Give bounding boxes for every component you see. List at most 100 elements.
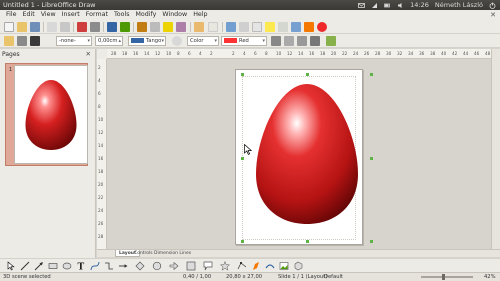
menu-help[interactable]: Help [190, 11, 210, 19]
volume-icon[interactable] [397, 2, 404, 9]
menu-modify[interactable]: Modify [132, 11, 159, 19]
area-style-select[interactable]: Color ▾ [187, 36, 219, 46]
network-icon[interactable] [371, 2, 378, 9]
redo-icon[interactable] [208, 22, 218, 32]
selection-handle[interactable] [370, 240, 373, 243]
rectangle-tool-icon[interactable] [48, 261, 58, 271]
open-icon[interactable] [17, 22, 27, 32]
from-file-icon[interactable] [279, 261, 289, 271]
copy-icon[interactable] [150, 22, 160, 32]
points-icon[interactable] [237, 261, 247, 271]
block-arrows-icon[interactable] [169, 261, 179, 271]
arrow-style-icon[interactable] [30, 36, 40, 46]
object-size: 20,80 x 27,00 [226, 274, 263, 280]
ruler-tick-label: 22 [98, 195, 104, 200]
ellipse-tool-icon[interactable] [62, 261, 72, 271]
menu-format[interactable]: Format [83, 11, 111, 19]
menu-view[interactable]: View [38, 11, 59, 19]
zoom-icon[interactable] [226, 22, 236, 32]
user-name[interactable]: Németh László [435, 1, 483, 9]
area-icon[interactable] [172, 36, 182, 46]
egg-3d-object[interactable] [255, 82, 359, 226]
ruler-tick-label: 10 [276, 51, 282, 56]
clock[interactable]: 14:26 [410, 1, 429, 9]
zoom-slider-knob[interactable] [442, 274, 445, 280]
menu-insert[interactable]: Insert [59, 11, 83, 19]
line-arrow-tool-icon[interactable] [34, 261, 44, 271]
menu-tools[interactable]: Tools [111, 11, 133, 19]
email-icon[interactable] [47, 22, 57, 32]
connector-tool-icon[interactable] [104, 261, 114, 271]
selection-handle[interactable] [306, 240, 309, 243]
text-tool-icon[interactable]: T [76, 261, 86, 273]
navigator-icon[interactable] [291, 22, 301, 32]
selection-handle[interactable] [370, 157, 373, 160]
new-document-icon[interactable] [4, 22, 14, 32]
stars-icon[interactable] [219, 260, 231, 271]
zoom-slider[interactable] [421, 274, 473, 280]
menu-window[interactable]: Window [159, 11, 190, 19]
selection-handle[interactable] [241, 73, 244, 76]
close-document-icon[interactable]: ✕ [490, 11, 496, 19]
ruler-tick-label: 16 [309, 51, 315, 56]
textbox-icon[interactable] [252, 22, 262, 32]
line-tool-icon[interactable] [20, 261, 30, 271]
vertical-ruler[interactable]: 2 4 6 8 10 12 14 16 18 20 22 24 26 28 [97, 59, 107, 249]
mail-icon[interactable] [358, 2, 366, 9]
image-icon[interactable] [239, 22, 249, 32]
ruler-tick-label: 14 [144, 51, 150, 56]
symbol-shapes-icon[interactable] [152, 261, 162, 271]
line-style-select[interactable]: -none- ▾ [56, 36, 92, 46]
battery-icon[interactable] [384, 2, 391, 9]
curve-tool-icon[interactable] [90, 261, 100, 271]
cut-icon[interactable] [137, 22, 147, 32]
export-pdf-icon[interactable] [77, 22, 87, 32]
flowchart-icon[interactable] [186, 261, 196, 271]
ruler-tick-label: 8 [265, 51, 268, 56]
ruler-tick-label: 18 [122, 51, 128, 56]
fontwork-icon[interactable] [265, 22, 275, 32]
horizontal-ruler[interactable]: 28 18 16 14 12 10 8 6 4 2 2 4 6 8 10 12 14 16 18 20 22 24 26 28… [107, 49, 491, 59]
table-icon[interactable] [278, 22, 288, 32]
pages-pane-close-icon[interactable]: ✕ [86, 50, 91, 58]
extrusion-toggle-icon[interactable] [293, 261, 303, 271]
vertical-scrollbar[interactable] [491, 49, 500, 249]
align-icon[interactable] [297, 36, 307, 46]
selection-handle[interactable] [241, 157, 244, 160]
undo-icon[interactable] [194, 22, 204, 32]
selection-handle[interactable] [241, 240, 244, 243]
fontwork-gallery-icon[interactable] [265, 261, 275, 271]
arrange-icon[interactable] [310, 36, 320, 46]
zoom-level[interactable]: 42% [484, 274, 496, 280]
layer-tabs: Layout Controls Dimension Lines [97, 249, 500, 257]
clone-formatting-icon[interactable] [176, 22, 186, 32]
menu-file[interactable]: File [3, 11, 20, 19]
line-icon[interactable] [17, 36, 27, 46]
selection-handle[interactable] [306, 73, 309, 76]
gallery-icon[interactable] [304, 22, 314, 32]
line-width-field[interactable]: 0,00cm ▴ [95, 36, 123, 46]
basic-shapes-icon[interactable] [135, 261, 145, 271]
menu-edit[interactable]: Edit [20, 11, 38, 19]
lines-arrows-tool-icon[interactable] [118, 261, 128, 271]
select-icon[interactable] [6, 261, 16, 271]
area-color-select[interactable]: Red ▾ [221, 36, 267, 46]
callouts-icon[interactable] [203, 261, 213, 271]
save-icon[interactable] [30, 22, 40, 32]
object-3d-icon[interactable] [326, 36, 336, 46]
spellcheck-icon[interactable] [107, 22, 117, 32]
shadow-icon[interactable] [271, 36, 281, 46]
help-icon[interactable] [317, 22, 327, 32]
paste-icon[interactable] [163, 22, 173, 32]
styles-icon[interactable] [4, 36, 14, 46]
edit-file-icon[interactable] [60, 22, 70, 32]
transformations-icon[interactable] [284, 36, 294, 46]
slide-indicator: Slide 1 / 1 (Layout) [278, 274, 328, 280]
selection-handle[interactable] [370, 73, 373, 76]
line-color-select[interactable]: Tango ▾ [128, 36, 166, 46]
glue-points-icon[interactable] [251, 261, 261, 271]
autospellcheck-icon[interactable] [120, 22, 130, 32]
tab-dimension-lines[interactable]: Dimension Lines [151, 250, 194, 257]
print-icon[interactable] [90, 22, 100, 32]
power-icon[interactable] [489, 2, 496, 9]
